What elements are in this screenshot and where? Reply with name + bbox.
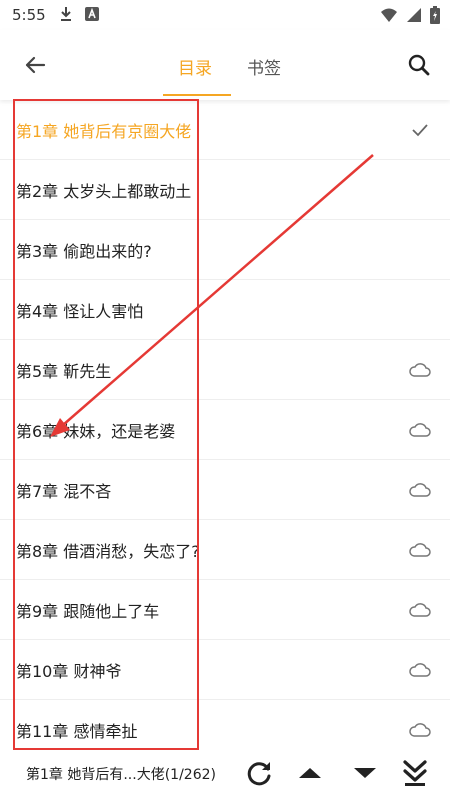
status-notification-icons <box>58 6 100 22</box>
jump-to-end-icon <box>403 760 427 786</box>
search-button[interactable] <box>404 50 434 80</box>
download-icon <box>61 7 71 21</box>
active-tab-indicator <box>163 94 231 96</box>
current-chapter-label: 第1章 她背后有...大佬(1/262) <box>26 767 216 783</box>
chapter-row[interactable]: 第3章 偷跑出来的? <box>0 220 450 280</box>
cloud-icon <box>409 423 431 437</box>
scroll-down-button[interactable] <box>348 756 382 790</box>
chapter-title: 第8章 借酒消愁，失恋了? <box>16 542 200 561</box>
app-bar: 目录 书签 <box>0 30 450 100</box>
scroll-up-icon <box>299 768 321 778</box>
chapter-title: 第7章 混不吝 <box>16 482 112 501</box>
refresh-icon <box>247 762 271 786</box>
tab-table-of-contents[interactable]: 目录 <box>178 54 212 79</box>
search-icon <box>408 54 430 76</box>
chapter-list[interactable]: 第1章 她背后有京圈大佬 第2章 太岁头上都敢动土 第3章 偷跑出来的? 第4章… <box>0 100 450 760</box>
chapter-title: 第6章 妹妹，还是老婆 <box>16 422 176 441</box>
chapter-title: 第3章 偷跑出来的? <box>16 242 152 261</box>
chapter-row[interactable]: 第4章 怪让人害怕 <box>0 280 450 340</box>
status-system-icons <box>380 6 440 24</box>
cloud-icon <box>409 483 431 497</box>
scroll-down-icon <box>354 768 376 778</box>
chapter-title: 第9章 跟随他上了车 <box>16 602 160 621</box>
status-time: 5:55 <box>12 6 46 24</box>
chapter-row[interactable]: 第5章 靳先生 <box>0 340 450 400</box>
chapter-row[interactable]: 第2章 太岁头上都敢动土 <box>0 160 450 220</box>
back-button[interactable] <box>20 50 50 80</box>
chapter-title: 第10章 财神爷 <box>16 662 122 681</box>
signal-icon <box>407 8 421 22</box>
battery-icon <box>430 6 440 24</box>
chapter-row[interactable]: 第8章 借酒消愁，失恋了? <box>0 520 450 580</box>
text-app-icon <box>85 7 99 21</box>
chapter-row[interactable]: 第1章 她背后有京圈大佬 <box>0 100 450 160</box>
chapter-title: 第2章 太岁头上都敢动土 <box>16 182 192 201</box>
chapter-title: 第11章 感情牵扯 <box>16 722 138 741</box>
tab-bookmarks[interactable]: 书签 <box>247 54 281 79</box>
chapter-row[interactable]: 第6章 妹妹，还是老婆 <box>0 400 450 460</box>
scroll-up-button[interactable] <box>293 756 327 790</box>
chapter-row[interactable]: 第9章 跟随他上了车 <box>0 580 450 640</box>
cloud-icon <box>409 723 431 737</box>
check-icon <box>412 124 428 137</box>
jump-to-end-button[interactable] <box>398 756 432 790</box>
cloud-icon <box>409 543 431 557</box>
bottom-bar: 第1章 她背后有...大佬(1/262) <box>0 748 450 800</box>
chapter-title: 第4章 怪让人害怕 <box>16 302 144 321</box>
chapter-row[interactable]: 第10章 财神爷 <box>0 640 450 700</box>
cloud-icon <box>409 603 431 617</box>
cloud-icon <box>409 663 431 677</box>
refresh-button[interactable] <box>242 756 276 790</box>
chapter-title: 第5章 靳先生 <box>16 362 112 381</box>
cloud-icon <box>409 363 431 377</box>
wifi-icon <box>381 8 397 22</box>
chapter-row[interactable]: 第7章 混不吝 <box>0 460 450 520</box>
arrow-left-icon <box>25 56 46 74</box>
chapter-title: 第1章 她背后有京圈大佬 <box>16 122 192 141</box>
status-bar: 5:55 <box>0 0 450 30</box>
